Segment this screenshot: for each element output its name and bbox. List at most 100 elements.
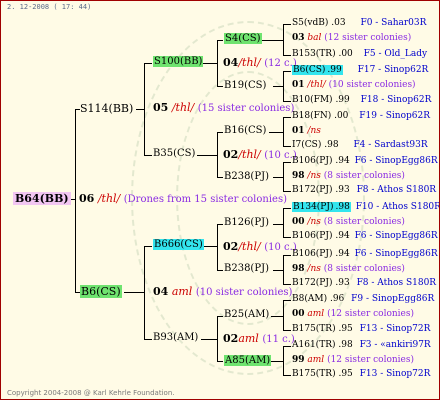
- q-e-generation: 02/thl/ (10 c.): [223, 240, 297, 253]
- connector-line: [283, 346, 291, 347]
- footer-copyright: Copyright 2004-2008 @ Karl Kehrle Founda…: [7, 389, 175, 397]
- connector-line: [283, 24, 291, 25]
- connector-line: [203, 63, 217, 64]
- node-A85[interactable]: A85(AM): [224, 355, 272, 366]
- connector-line: [283, 284, 291, 285]
- connector-line: [136, 109, 144, 110]
- connector-line: [273, 224, 283, 225]
- node-B666[interactable]: B666(CS): [153, 239, 204, 250]
- node-B35[interactable]: B35(CS): [153, 149, 195, 159]
- connector-line: [217, 40, 218, 87]
- connector-line: [144, 339, 152, 340]
- connector-line: [269, 132, 283, 133]
- connector-line: [283, 255, 284, 285]
- leaf-row[interactable]: A161(TR) .98 F3 - «ankiri97R: [292, 341, 431, 350]
- connector-line: [283, 237, 291, 238]
- node-B238[interactable]: B238(PJ): [224, 172, 269, 182]
- leaf-generation: 98 /ns (8 sister colonies): [292, 171, 405, 181]
- connector-line: [273, 177, 283, 178]
- connector-line: [283, 375, 291, 376]
- leaf-row[interactable]: B106(PJ) .94 F6 - SinopEgg86R: [292, 232, 438, 241]
- leaf-row[interactable]: B153(TR) .00 F5 - Old_Lady: [292, 50, 427, 59]
- connector-line: [217, 40, 223, 41]
- connector-line: [217, 316, 223, 317]
- leaf-row[interactable]: B106(PJ) .94 F6 - SinopEgg86R: [292, 250, 438, 259]
- connector-line: [283, 330, 291, 331]
- connector-line: [283, 117, 284, 147]
- sire-node[interactable]: S114(BB): [80, 103, 133, 114]
- connector-line: [283, 162, 291, 163]
- connector-line: [283, 146, 291, 147]
- leaf-generation: 03 bal (12 sister colonies): [292, 33, 412, 43]
- q-a-generation: 04/thl/ (12 c.): [223, 56, 297, 69]
- connector-line: [261, 40, 283, 41]
- leaf-generation: 99 aml (12 sister colonies): [292, 355, 414, 365]
- leaf-row[interactable]: B6(CS) .99 F17 - Sinop62R: [292, 65, 428, 75]
- mid-c-generation: 04 aml (10 sister colonies): [153, 285, 293, 298]
- leaf-generation: 98 /ns (8 sister colonies): [292, 264, 405, 274]
- connector-line: [217, 177, 223, 178]
- leaf-row[interactable]: B106(PJ) .94 F6 - SinopEgg86R: [292, 157, 438, 166]
- pedigree-diagram: 2. 12-2008 ( 17: 44) Copyright 2004-2008…: [0, 0, 440, 400]
- leaf-generation: 00 /ns (8 sister colonies): [292, 217, 405, 227]
- connector-line: [124, 292, 144, 293]
- q-g-generation: 02aml (11 c.): [223, 332, 295, 345]
- connector-line: [283, 300, 284, 331]
- connector-line: [283, 71, 284, 102]
- node-B25[interactable]: B25(AM): [224, 310, 269, 320]
- connector-line: [283, 208, 284, 238]
- connector-line: [75, 109, 76, 293]
- node-B19[interactable]: B19(CS): [224, 81, 266, 91]
- connector-line: [283, 191, 291, 192]
- connector-line: [271, 361, 283, 362]
- dam-node[interactable]: B6(CS): [80, 285, 122, 298]
- leaf-row[interactable]: B18(FN) .00 F19 - Sinop62R: [292, 112, 430, 121]
- connector-line: [283, 255, 291, 256]
- leaf-row[interactable]: I7(CS) .98 F4 - Sardast93R: [292, 141, 428, 150]
- leaf-row[interactable]: B8(AM) .96 F9 - SinopEgg86R: [292, 295, 434, 304]
- leaf-row[interactable]: B175(TR) .95 F13 - Sinop72R: [292, 325, 430, 334]
- connector-line: [283, 117, 291, 118]
- connector-line: [217, 132, 218, 178]
- connector-line: [144, 63, 145, 155]
- node-B16[interactable]: B16(CS): [224, 126, 266, 136]
- leaf-row[interactable]: B172(PJ) .93 F8 - Athos S180R: [292, 279, 436, 288]
- connector-line: [217, 316, 218, 362]
- node-S4[interactable]: S4(CS): [224, 33, 262, 44]
- connector-line: [217, 132, 223, 133]
- q-c-generation: 02/thl/ (10 c.): [223, 148, 297, 161]
- leaf-row[interactable]: B134(PJ) .98 F10 - Athos S180R: [292, 202, 439, 212]
- node-B238[interactable]: B238(PJ): [224, 264, 269, 274]
- connector-line: [217, 86, 223, 87]
- connector-line: [217, 361, 223, 362]
- root-node[interactable]: B64(BB): [13, 192, 71, 205]
- root-generation: 06 /thl/ (Drones from 15 sister colonies…: [79, 192, 287, 205]
- leaf-row[interactable]: B10(FM) .99 F18 - Sinop62R: [292, 96, 431, 105]
- connector-line: [144, 246, 152, 247]
- leaf-row[interactable]: S5(vdB) .03 F0 - Sahar03R: [292, 19, 426, 28]
- connector-line: [273, 86, 283, 87]
- connector-line: [217, 270, 223, 271]
- leaf-row[interactable]: B175(TR) .95 F13 - Sinop72R: [292, 370, 430, 379]
- node-S100[interactable]: S100(BB): [153, 56, 204, 67]
- connector-line: [283, 24, 284, 55]
- connector-line: [197, 155, 217, 156]
- connector-line: [273, 270, 283, 271]
- connector-line: [283, 346, 284, 376]
- connector-line: [144, 246, 145, 339]
- connector-line: [283, 55, 291, 56]
- connector-line: [283, 162, 284, 192]
- leaf-generation: 00 aml (12 sister colonies): [292, 309, 414, 319]
- connector-line: [144, 155, 152, 156]
- connector-line: [217, 224, 218, 271]
- connector-line: [283, 71, 291, 72]
- header-date: 2. 12-2008 ( 17: 44): [7, 3, 92, 11]
- connector-line: [201, 339, 217, 340]
- root-name: B64(BB): [13, 192, 71, 205]
- connector-line: [283, 208, 291, 209]
- node-B93[interactable]: B93(AM): [153, 333, 198, 343]
- leaf-row[interactable]: B172(PJ) .93 F8 - Athos S180R: [292, 186, 436, 195]
- leaf-generation: 01 /thl/ (10 sister colonies): [292, 80, 416, 90]
- node-B126[interactable]: B126(PJ): [224, 218, 269, 228]
- connector-line: [283, 300, 291, 301]
